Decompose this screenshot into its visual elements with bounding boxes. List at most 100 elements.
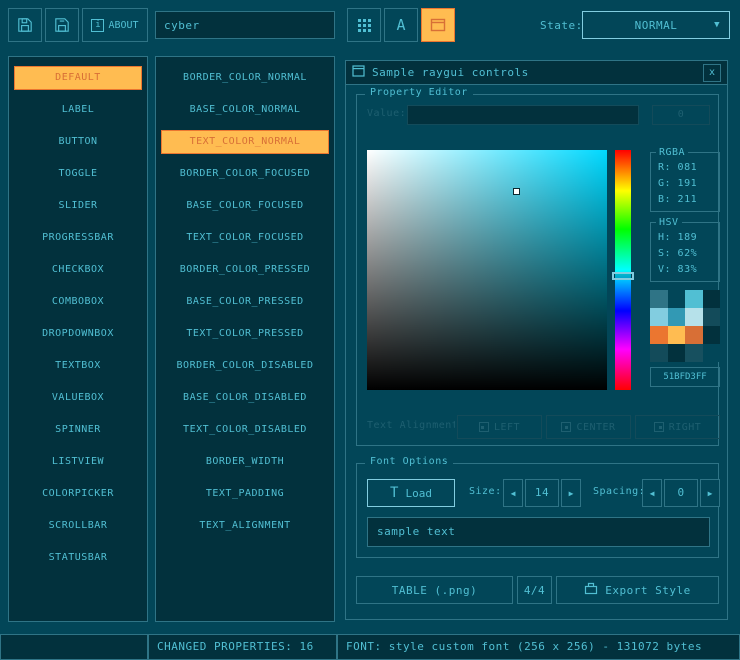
control-list-item[interactable]: CHECKBOX	[14, 258, 142, 282]
font-view-button[interactable]: A	[384, 8, 418, 42]
sample-text-input[interactable]: sample text	[367, 517, 710, 547]
style-color-swatch[interactable]	[668, 326, 686, 344]
chevron-down-icon: ▼	[714, 20, 720, 30]
sample-controls-window: Sample raygui controls x Property Editor…	[345, 60, 728, 620]
style-name-input[interactable]	[155, 11, 335, 39]
property-list-item[interactable]: BASE_COLOR_NORMAL	[161, 98, 329, 122]
control-list-item[interactable]: COMBOBOX	[14, 290, 142, 314]
control-list-item[interactable]: SCROLLBAR	[14, 514, 142, 538]
property-list-item[interactable]: BASE_COLOR_DISABLED	[161, 386, 329, 410]
align-left-icon	[479, 422, 489, 432]
spacing-decrease-button[interactable]: ◀	[642, 479, 662, 507]
size-increase-button[interactable]: ▶	[561, 479, 581, 507]
property-list-item[interactable]: TEXT_COLOR_PRESSED	[161, 322, 329, 346]
controls-view-button[interactable]	[421, 8, 455, 42]
property-list-item[interactable]: TEXT_ALIGNMENT	[161, 514, 329, 538]
load-font-button[interactable]: T Load	[367, 479, 455, 507]
style-color-swatch[interactable]	[668, 290, 686, 308]
control-list-item[interactable]: DEFAULT	[14, 66, 142, 90]
export-style-button[interactable]: Export Style	[556, 576, 719, 604]
value-int-box: 0	[652, 105, 710, 125]
hex-value-box[interactable]: 51BFD3FF	[650, 367, 720, 387]
property-list-item[interactable]: BORDER_COLOR_FOCUSED	[161, 162, 329, 186]
info-icon: i	[91, 19, 104, 32]
control-list-item[interactable]: COLORPICKER	[14, 482, 142, 506]
property-list-item[interactable]: BASE_COLOR_PRESSED	[161, 290, 329, 314]
property-list-item[interactable]: TEXT_COLOR_FOCUSED	[161, 226, 329, 250]
style-color-swatch[interactable]	[703, 326, 721, 344]
hsv-group: HSV H: 189 S: 62% V: 83%	[650, 222, 720, 282]
statusbar-changed-properties: CHANGED PROPERTIES: 16	[148, 634, 337, 660]
align-left-label: LEFT	[494, 422, 520, 433]
property-list-item[interactable]: BASE_COLOR_FOCUSED	[161, 194, 329, 218]
style-color-swatch[interactable]	[650, 344, 668, 362]
control-list-item[interactable]: BUTTON	[14, 130, 142, 154]
export-format-dropdown[interactable]: TABLE (.png)	[356, 576, 513, 604]
controls-list: DEFAULT LABEL BUTTON TOGGLE SLIDER PROGR…	[8, 56, 148, 622]
property-list-item[interactable]: TEXT_COLOR_NORMAL	[161, 130, 329, 154]
close-button[interactable]: x	[703, 64, 721, 82]
control-list-item[interactable]: LABEL	[14, 98, 142, 122]
hue-slider[interactable]	[615, 150, 631, 390]
about-button[interactable]: i ABOUT	[82, 8, 148, 42]
control-list-item[interactable]: VALUEBOX	[14, 386, 142, 410]
style-color-swatch[interactable]	[703, 344, 721, 362]
align-left-button[interactable]: LEFT	[457, 415, 542, 439]
style-color-swatch[interactable]	[685, 308, 703, 326]
state-dropdown[interactable]: NORMAL ▼	[582, 11, 730, 39]
property-list-item[interactable]: TEXT_PADDING	[161, 482, 329, 506]
state-dropdown-value: NORMAL	[635, 19, 678, 32]
control-list-item[interactable]: SLIDER	[14, 194, 142, 218]
hsv-v-value: V: 83%	[658, 262, 719, 278]
style-color-swatch[interactable]	[668, 308, 686, 326]
statusbar-left	[0, 634, 148, 660]
control-list-item[interactable]: PROGRESSBAR	[14, 226, 142, 250]
save-style-button[interactable]	[45, 8, 79, 42]
style-color-swatch[interactable]	[668, 344, 686, 362]
hsv-label: HSV	[656, 215, 682, 231]
style-color-swatch[interactable]	[650, 326, 668, 344]
property-list-item[interactable]: BORDER_WIDTH	[161, 450, 329, 474]
control-list-item[interactable]: LISTVIEW	[14, 450, 142, 474]
control-list-item[interactable]: STATUSBAR	[14, 546, 142, 570]
style-color-swatch[interactable]	[650, 308, 668, 326]
export-icon	[584, 582, 598, 598]
spacing-increase-button[interactable]: ▶	[700, 479, 720, 507]
value-label: Value:	[367, 108, 406, 119]
style-color-swatch[interactable]	[685, 326, 703, 344]
load-style-button[interactable]	[8, 8, 42, 42]
window-frame-icon	[430, 18, 446, 32]
style-color-swatch[interactable]	[703, 308, 721, 326]
style-color-grid	[650, 290, 720, 362]
spacing-value[interactable]: 0	[664, 479, 698, 507]
control-list-item[interactable]: TOGGLE	[14, 162, 142, 186]
property-list-item[interactable]: TEXT_COLOR_DISABLED	[161, 418, 329, 442]
style-color-swatch[interactable]	[685, 290, 703, 308]
style-color-swatch[interactable]	[703, 290, 721, 308]
hue-slider-handle[interactable]	[612, 272, 634, 280]
property-list-item[interactable]: BORDER_COLOR_DISABLED	[161, 354, 329, 378]
floppy-save-icon	[53, 16, 71, 34]
property-list-item[interactable]: BORDER_COLOR_NORMAL	[161, 66, 329, 90]
size-value[interactable]: 14	[525, 479, 559, 507]
size-decrease-button[interactable]: ◀	[503, 479, 523, 507]
style-table-view-button[interactable]	[347, 8, 381, 42]
align-center-button[interactable]: CENTER	[546, 415, 631, 439]
value-input[interactable]	[407, 105, 639, 125]
property-list-item[interactable]: BORDER_COLOR_PRESSED	[161, 258, 329, 282]
control-list-item[interactable]: TEXTBOX	[14, 354, 142, 378]
hsv-h-value: H: 189	[658, 230, 719, 246]
style-color-swatch[interactable]	[650, 290, 668, 308]
saturation-value-panel[interactable]	[367, 150, 607, 390]
control-list-item[interactable]: SPINNER	[14, 418, 142, 442]
style-color-swatch[interactable]	[685, 344, 703, 362]
align-right-button[interactable]: RIGHT	[635, 415, 720, 439]
font-options-group: Font Options T Load Size: ◀ 14 ▶ Spacing…	[356, 463, 719, 558]
properties-list: BORDER_COLOR_NORMAL BASE_COLOR_NORMAL TE…	[155, 56, 335, 622]
control-list-item[interactable]: DROPDOWNBOX	[14, 322, 142, 346]
hsv-s-value: S: 62%	[658, 246, 719, 262]
about-button-label: ABOUT	[108, 20, 138, 31]
color-picker-cursor[interactable]	[513, 188, 520, 195]
property-editor-group: Property Editor Value: 0 RGBA R: 081 G: …	[356, 94, 719, 446]
rgba-r-value: R: 081	[658, 160, 719, 176]
